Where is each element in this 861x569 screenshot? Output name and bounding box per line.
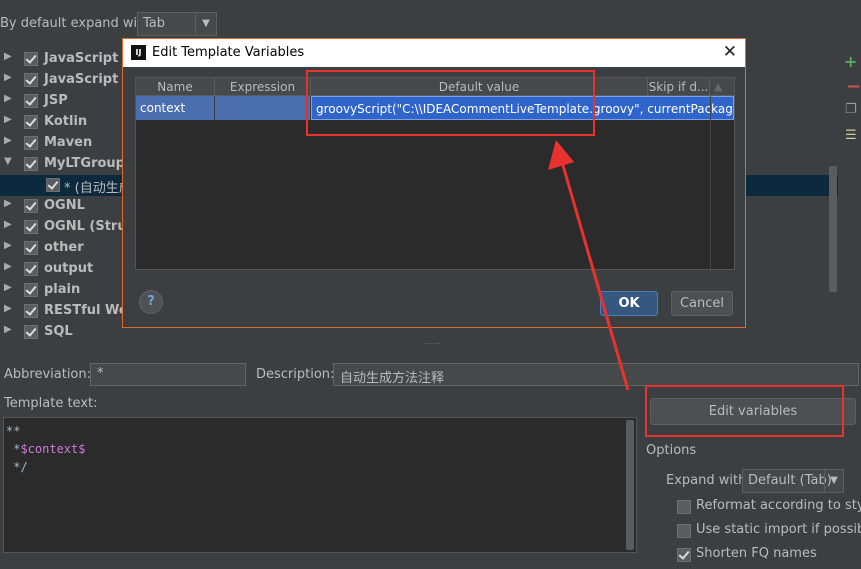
annotation-arrow <box>548 140 630 391</box>
